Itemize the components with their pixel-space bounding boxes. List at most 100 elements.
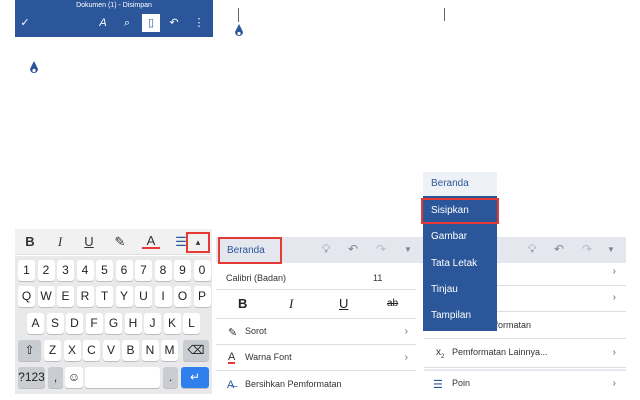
ribbon-tab-selector[interactable]: Beranda bbox=[218, 237, 282, 264]
shift-key[interactable]: ⇧ bbox=[18, 340, 41, 361]
undo-icon[interactable]: ↶ bbox=[554, 242, 564, 256]
tab-menu-item-gambar[interactable]: Gambar bbox=[423, 224, 497, 250]
key-u[interactable]: U bbox=[135, 286, 152, 307]
format-toolbar: B I U ✎ A ☰ ▴ bbox=[15, 229, 212, 255]
bullets-label: Poin bbox=[452, 378, 471, 388]
key-w[interactable]: W bbox=[37, 286, 55, 307]
key-q[interactable]: Q bbox=[18, 286, 35, 307]
key-f[interactable]: F bbox=[85, 313, 103, 334]
chevron-right-icon: › bbox=[404, 326, 408, 337]
emoji-key[interactable]: ☺ bbox=[65, 367, 83, 388]
tab-menu: Sisipkan Gambar Tata Letak Tinjau Tampil… bbox=[421, 196, 499, 331]
chevron-right-icon: › bbox=[404, 352, 408, 363]
font-size: 11 bbox=[373, 273, 383, 283]
key-c[interactable]: C bbox=[83, 340, 100, 361]
font-name: Calibri (Badan) bbox=[226, 273, 287, 283]
key-o[interactable]: O bbox=[174, 286, 191, 307]
lightbulb-icon[interactable]: 💡︎ bbox=[322, 242, 330, 257]
key-h[interactable]: H bbox=[124, 313, 142, 334]
highlight-button[interactable]: ✎ bbox=[111, 233, 129, 251]
clear-formatting-icon: A̶ bbox=[227, 379, 235, 391]
key-a[interactable]: A bbox=[27, 313, 44, 334]
chevron-right-icon: › bbox=[612, 378, 616, 389]
key-3[interactable]: 3 bbox=[57, 260, 74, 281]
key-n[interactable]: N bbox=[141, 340, 159, 361]
key-0[interactable]: 0 bbox=[193, 260, 211, 281]
key-d[interactable]: D bbox=[66, 313, 83, 334]
key-r[interactable]: R bbox=[76, 286, 94, 307]
text-cursor bbox=[238, 8, 239, 22]
highlight-icon: ✎ bbox=[228, 327, 238, 339]
key-7[interactable]: 7 bbox=[135, 260, 152, 281]
key-p[interactable]: P bbox=[193, 286, 211, 307]
underline-button[interactable]: U bbox=[80, 233, 98, 251]
onscreen-keyboard: 1 2 3 4 5 6 7 8 9 0 Q W E R T Y U I O P A S D F G H J K L ⇧ Z X C V B N M ⌫ ?1… bbox=[15, 256, 212, 394]
draw-icon[interactable]: A bbox=[95, 15, 111, 31]
phone-view-icon[interactable]: ▯ bbox=[142, 14, 160, 32]
chevron-down-icon[interactable]: ▼ bbox=[607, 245, 615, 254]
highlight-label: Sorot bbox=[245, 326, 267, 336]
subscript-icon: x2 bbox=[436, 347, 445, 360]
document-title: Dokumen (1) - Disimpan bbox=[76, 2, 152, 9]
key-z[interactable]: Z bbox=[44, 340, 61, 361]
numbers-key[interactable]: ?123 bbox=[18, 367, 45, 388]
search-icon[interactable]: ⌕ bbox=[119, 15, 135, 31]
tab-menu-item-tampilan[interactable]: Tampilan bbox=[423, 303, 497, 329]
cursor-handle-icon[interactable] bbox=[234, 24, 244, 38]
enter-key[interactable]: ↵ bbox=[181, 367, 209, 388]
bold-button[interactable]: B bbox=[238, 296, 247, 311]
key-1[interactable]: 1 bbox=[18, 260, 35, 281]
check-icon[interactable]: ✓ bbox=[17, 15, 33, 31]
cursor-handle-icon[interactable] bbox=[29, 61, 39, 75]
key-v[interactable]: V bbox=[102, 340, 120, 361]
text-cursor bbox=[444, 8, 445, 21]
undo-icon[interactable]: ↶ bbox=[166, 15, 182, 31]
key-2[interactable]: 2 bbox=[37, 260, 55, 281]
undo-icon[interactable]: ↶ bbox=[348, 242, 358, 256]
bullet-list-icon: ☰ bbox=[433, 379, 443, 391]
key-5[interactable]: 5 bbox=[96, 260, 113, 281]
key-x[interactable]: X bbox=[63, 340, 81, 361]
clear-formatting-label: Bersihkan Pemformatan bbox=[245, 379, 342, 389]
font-color-icon: A bbox=[228, 351, 236, 364]
key-m[interactable]: M bbox=[161, 340, 178, 361]
key-t[interactable]: T bbox=[96, 286, 113, 307]
tab-menu-item-tata-letak[interactable]: Tata Letak bbox=[423, 251, 497, 277]
period-key[interactable]: . bbox=[163, 367, 178, 388]
key-i[interactable]: I bbox=[154, 286, 172, 307]
tab-menu-item-beranda[interactable]: Beranda bbox=[423, 172, 497, 196]
chevron-down-icon[interactable]: ▼ bbox=[404, 245, 412, 254]
key-b[interactable]: B bbox=[122, 340, 139, 361]
space-key[interactable] bbox=[85, 367, 160, 388]
backspace-key[interactable]: ⌫ bbox=[183, 340, 209, 361]
lightbulb-icon[interactable]: 💡︎ bbox=[528, 242, 536, 257]
key-g[interactable]: G bbox=[105, 313, 122, 334]
expand-ribbon-button[interactable]: ▴ bbox=[186, 232, 210, 253]
key-j[interactable]: J bbox=[144, 313, 161, 334]
underline-button[interactable]: U bbox=[339, 296, 348, 311]
redo-icon[interactable]: ↷ bbox=[376, 242, 386, 256]
key-9[interactable]: 9 bbox=[174, 260, 191, 281]
key-y[interactable]: Y bbox=[115, 286, 133, 307]
comma-key[interactable]: , bbox=[48, 367, 63, 388]
key-l[interactable]: L bbox=[183, 313, 200, 334]
italic-button[interactable]: I bbox=[289, 296, 293, 312]
bold-button[interactable]: B bbox=[21, 233, 39, 251]
key-s[interactable]: S bbox=[46, 313, 64, 334]
key-k[interactable]: K bbox=[163, 313, 181, 334]
chevron-right-icon: › bbox=[612, 292, 616, 303]
title-bar: Dokumen (1) - Disimpan ✓ A ⌕ ▯ ↶ ⋮ bbox=[15, 0, 213, 37]
font-color-button[interactable]: A bbox=[142, 233, 160, 249]
key-4[interactable]: 4 bbox=[76, 260, 94, 281]
key-e[interactable]: E bbox=[57, 286, 74, 307]
tab-menu-item-tinjau[interactable]: Tinjau bbox=[423, 277, 497, 303]
tab-menu-item-sisipkan[interactable]: Sisipkan bbox=[421, 198, 499, 224]
chevron-right-icon: › bbox=[612, 347, 616, 358]
redo-icon[interactable]: ↷ bbox=[582, 242, 592, 256]
key-6[interactable]: 6 bbox=[115, 260, 133, 281]
strikethrough-button[interactable]: ab bbox=[387, 298, 398, 309]
more-icon[interactable]: ⋮ bbox=[191, 15, 207, 31]
font-color-label: Warna Font bbox=[245, 352, 292, 362]
italic-button[interactable]: I bbox=[51, 233, 69, 251]
key-8[interactable]: 8 bbox=[154, 260, 172, 281]
